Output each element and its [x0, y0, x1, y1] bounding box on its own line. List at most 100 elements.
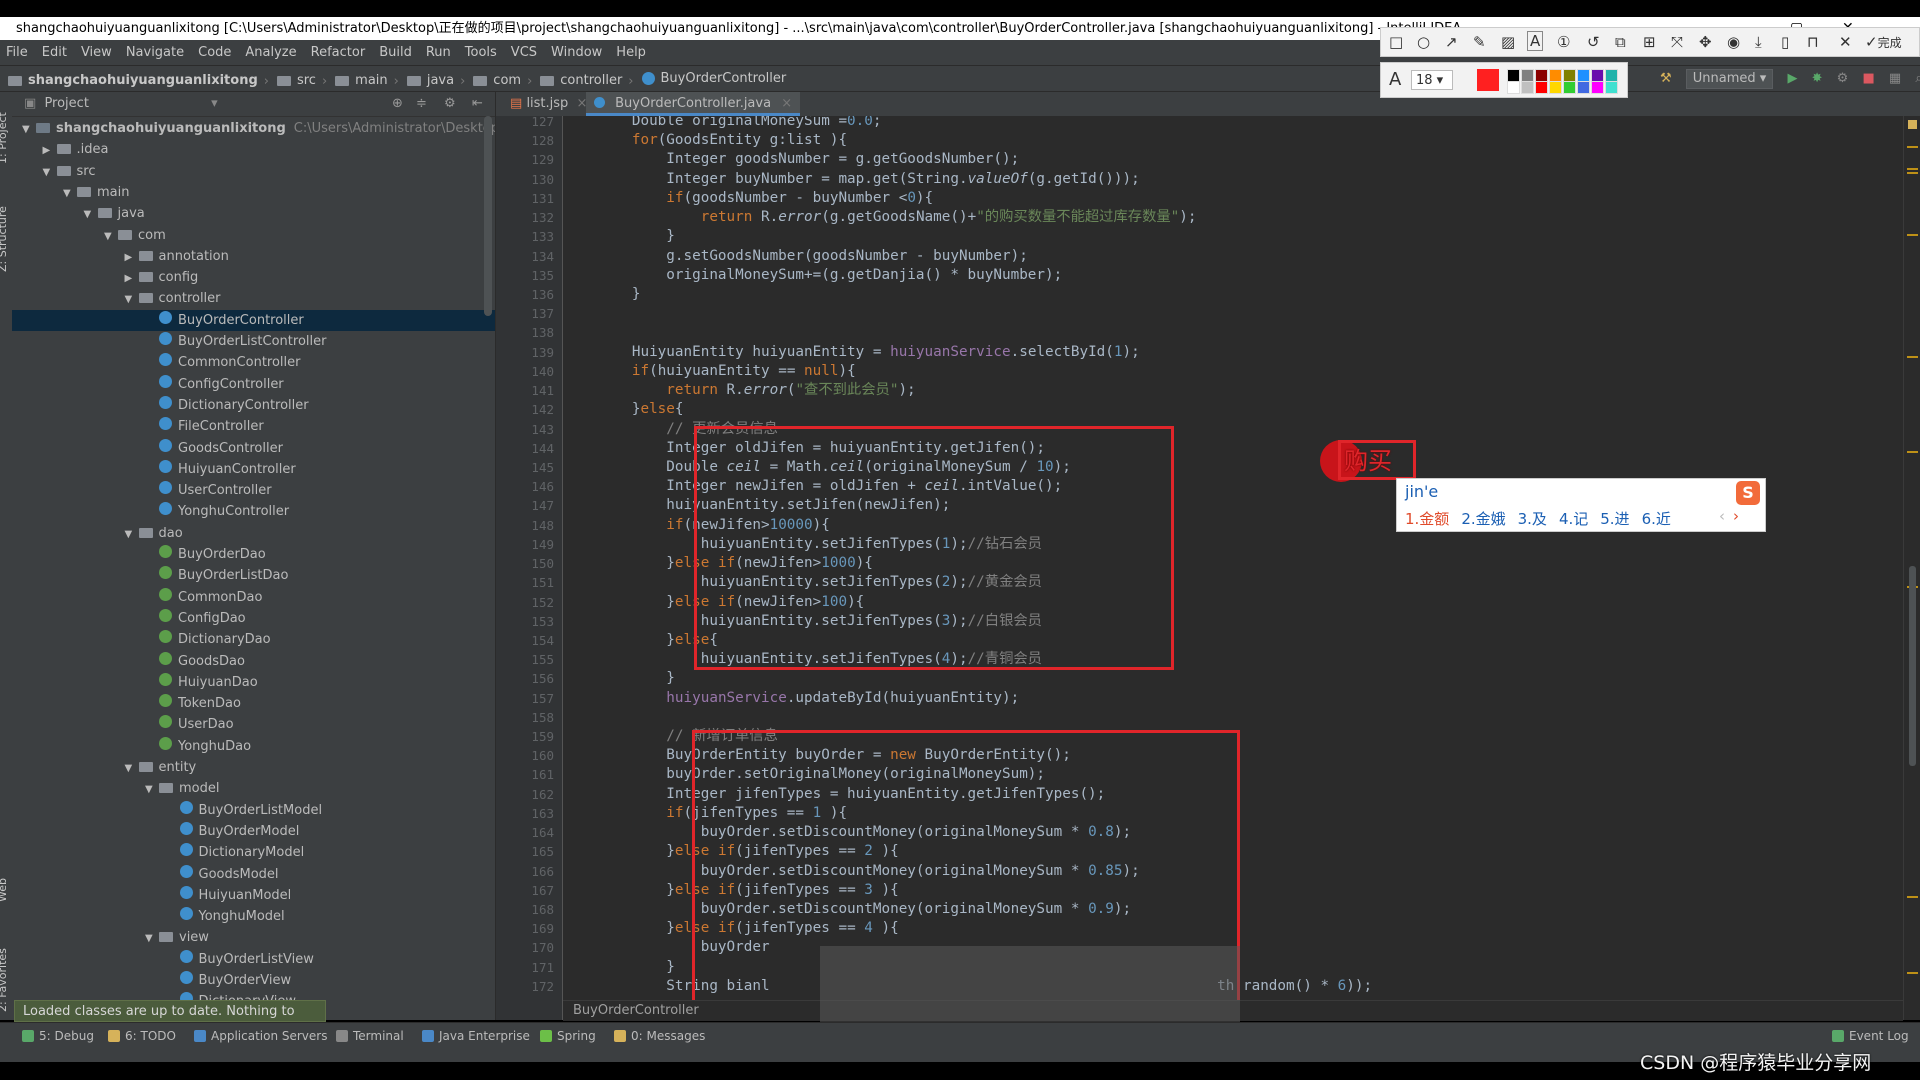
- code-line[interactable]: }: [563, 227, 675, 246]
- tree-item-configdao[interactable]: ConfigDao: [12, 608, 495, 629]
- bottom-tab-0-messages[interactable]: 0: Messages: [614, 1023, 705, 1049]
- tree-item-filecontroller[interactable]: FileController: [12, 416, 495, 437]
- bottom-tab-5-debug[interactable]: 5: Debug: [22, 1023, 94, 1049]
- tree-item-main[interactable]: ▼ main: [12, 182, 495, 203]
- code-line[interactable]: }: [563, 958, 675, 977]
- color-swatch[interactable]: [1507, 81, 1520, 94]
- tree-item-dictionarycontroller[interactable]: DictionaryController: [12, 395, 495, 416]
- number-tool-icon[interactable]: ①: [1557, 33, 1570, 51]
- menu-run[interactable]: Run: [420, 40, 459, 65]
- locate-icon[interactable]: ⊕: [392, 92, 403, 116]
- tree-item-goodscontroller[interactable]: GoodsController: [12, 438, 495, 459]
- record-icon[interactable]: ◉: [1727, 33, 1740, 51]
- breadcrumb-item[interactable]: controller: [540, 68, 622, 93]
- tree-item-huiyuanmodel[interactable]: HuiyuanModel: [12, 885, 495, 906]
- code-line[interactable]: return R.error("查不到此会员");: [563, 381, 915, 400]
- ime-candidate[interactable]: 1.金额: [1405, 510, 1449, 528]
- tool-tab-favorites[interactable]: 2: Favorites: [0, 948, 9, 1012]
- code-line[interactable]: }else{: [563, 400, 684, 419]
- pen-tool-icon[interactable]: ✎: [1473, 33, 1486, 51]
- warning-icon[interactable]: [1908, 120, 1917, 129]
- color-swatch[interactable]: [1605, 81, 1618, 94]
- tool-tab-web[interactable]: Web: [0, 878, 9, 902]
- done-button[interactable]: ✓完成: [1865, 33, 1902, 51]
- tree-item-buyorderlistcontroller[interactable]: BuyOrderListController: [12, 331, 495, 352]
- stop-icon[interactable]: ■: [1862, 66, 1874, 91]
- ime-candidate[interactable]: 4.记: [1559, 510, 1588, 528]
- color-swatch[interactable]: [1549, 81, 1562, 94]
- tree-item-annotation[interactable]: ▶ annotation: [12, 246, 495, 267]
- bottom-tab-spring[interactable]: Spring: [540, 1023, 596, 1049]
- tree-item-dao[interactable]: ▼ dao: [12, 523, 495, 544]
- color-swatch[interactable]: [1591, 81, 1604, 94]
- code-line[interactable]: originalMoneySum+=(g.getDanjia() * buyNu…: [563, 266, 1062, 285]
- bottom-tab-6-todo[interactable]: 6: TODO: [108, 1023, 176, 1049]
- tree-item-goodsmodel[interactable]: GoodsModel: [12, 864, 495, 885]
- expand-arrow-icon[interactable]: ▼: [63, 183, 77, 204]
- event-log-button[interactable]: Event Log: [1832, 1023, 1909, 1049]
- breadcrumb-class[interactable]: BuyOrderController: [573, 1003, 699, 1018]
- tree-item-buyordercontroller[interactable]: BuyOrderController: [12, 309, 495, 331]
- tree-item-yonghumodel[interactable]: YonghuModel: [12, 906, 495, 927]
- code-line[interactable]: if(goodsNumber - buyNumber <0){: [563, 189, 933, 208]
- menu-tools[interactable]: Tools: [459, 40, 505, 65]
- tree-item-buyorderview[interactable]: BuyOrderView: [12, 970, 495, 991]
- tree-item-huiyuandao[interactable]: HuiyuanDao: [12, 672, 495, 693]
- tree-item-buyordermodel[interactable]: BuyOrderModel: [12, 821, 495, 842]
- cancel-icon[interactable]: ✕: [1839, 33, 1852, 51]
- breadcrumb-item[interactable]: src: [276, 68, 316, 93]
- tree-item-yonghucontroller[interactable]: YonghuController: [12, 501, 495, 522]
- color-swatch[interactable]: [1563, 81, 1576, 94]
- expand-arrow-icon[interactable]: ▼: [125, 289, 139, 310]
- code-line[interactable]: }: [563, 285, 641, 304]
- ellipse-tool-icon[interactable]: ○: [1417, 33, 1430, 51]
- tree-item-com[interactable]: ▼ com: [12, 225, 495, 246]
- tree-scrollbar[interactable]: [484, 116, 492, 316]
- code-line[interactable]: for(GoodsEntity g:list ){: [563, 131, 847, 150]
- menu-window[interactable]: Window: [545, 40, 610, 65]
- tree-item-goodsdao[interactable]: GoodsDao: [12, 651, 495, 672]
- tree-item-model[interactable]: ▼ model: [12, 778, 495, 799]
- expand-arrow-icon[interactable]: ▼: [84, 204, 98, 225]
- coverage-icon[interactable]: ⚙: [1837, 66, 1849, 91]
- gear-icon[interactable]: ⚙: [444, 92, 456, 116]
- close-tab-icon[interactable]: ×: [781, 96, 792, 111]
- breadcrumb-item[interactable]: com: [473, 68, 521, 93]
- menu-file[interactable]: File: [0, 40, 36, 65]
- tool-tab-structure[interactable]: Z: Structure: [0, 206, 9, 272]
- mosaic-tool-icon[interactable]: ▨: [1501, 33, 1515, 51]
- expand-arrow-icon[interactable]: ▼: [22, 119, 36, 140]
- search-icon[interactable]: ⌕: [1915, 66, 1920, 91]
- download-icon[interactable]: ⤓: [1755, 33, 1762, 51]
- hide-panel-icon[interactable]: ⇤: [472, 92, 483, 116]
- ime-candidate[interactable]: 6.近: [1642, 510, 1671, 528]
- phone-icon[interactable]: ▯: [1781, 33, 1789, 51]
- menu-build[interactable]: Build: [373, 40, 420, 65]
- menu-vcs[interactable]: VCS: [505, 40, 545, 65]
- run-config-select[interactable]: Unnamed ▾: [1685, 69, 1774, 89]
- current-color-swatch[interactable]: [1477, 69, 1499, 91]
- bottom-tab-application-servers[interactable]: Application Servers: [194, 1023, 327, 1049]
- menu-code[interactable]: Code: [192, 40, 239, 65]
- menu-analyze[interactable]: Analyze: [239, 40, 304, 65]
- expand-arrow-icon[interactable]: ▼: [125, 524, 139, 545]
- text-tool-icon[interactable]: A: [1527, 31, 1544, 51]
- debug-icon[interactable]: ✸: [1812, 66, 1823, 91]
- prev-page-icon[interactable]: ‹: [1719, 507, 1725, 525]
- code-editor[interactable]: Double originalMoneySum =0.0; for(GoodsE…: [563, 116, 1903, 1020]
- menu-view[interactable]: View: [75, 40, 120, 65]
- run-icon[interactable]: ▶: [1787, 66, 1797, 91]
- collapse-arrow-icon[interactable]: ▶: [125, 268, 139, 289]
- tab-buyordercontroller[interactable]: BuyOrderController.java ×: [586, 92, 801, 116]
- arrow-tool-icon[interactable]: ↗: [1445, 33, 1458, 51]
- color-swatch[interactable]: [1521, 81, 1534, 94]
- tree-item-java[interactable]: ▼ java: [12, 203, 495, 224]
- tree-item-tokendao[interactable]: TokenDao: [12, 693, 495, 714]
- tree-item-commoncontroller[interactable]: CommonController: [12, 352, 495, 373]
- ocr-icon[interactable]: ⧉: [1615, 33, 1626, 51]
- bottom-tab-terminal[interactable]: Terminal: [336, 1023, 404, 1049]
- next-page-icon[interactable]: ›: [1733, 507, 1739, 525]
- tree-item-buyorderlistdao[interactable]: BuyOrderListDao: [12, 565, 495, 586]
- tree-item-config[interactable]: ▶ config: [12, 267, 495, 288]
- tree-item-dictionarydao[interactable]: DictionaryDao: [12, 629, 495, 650]
